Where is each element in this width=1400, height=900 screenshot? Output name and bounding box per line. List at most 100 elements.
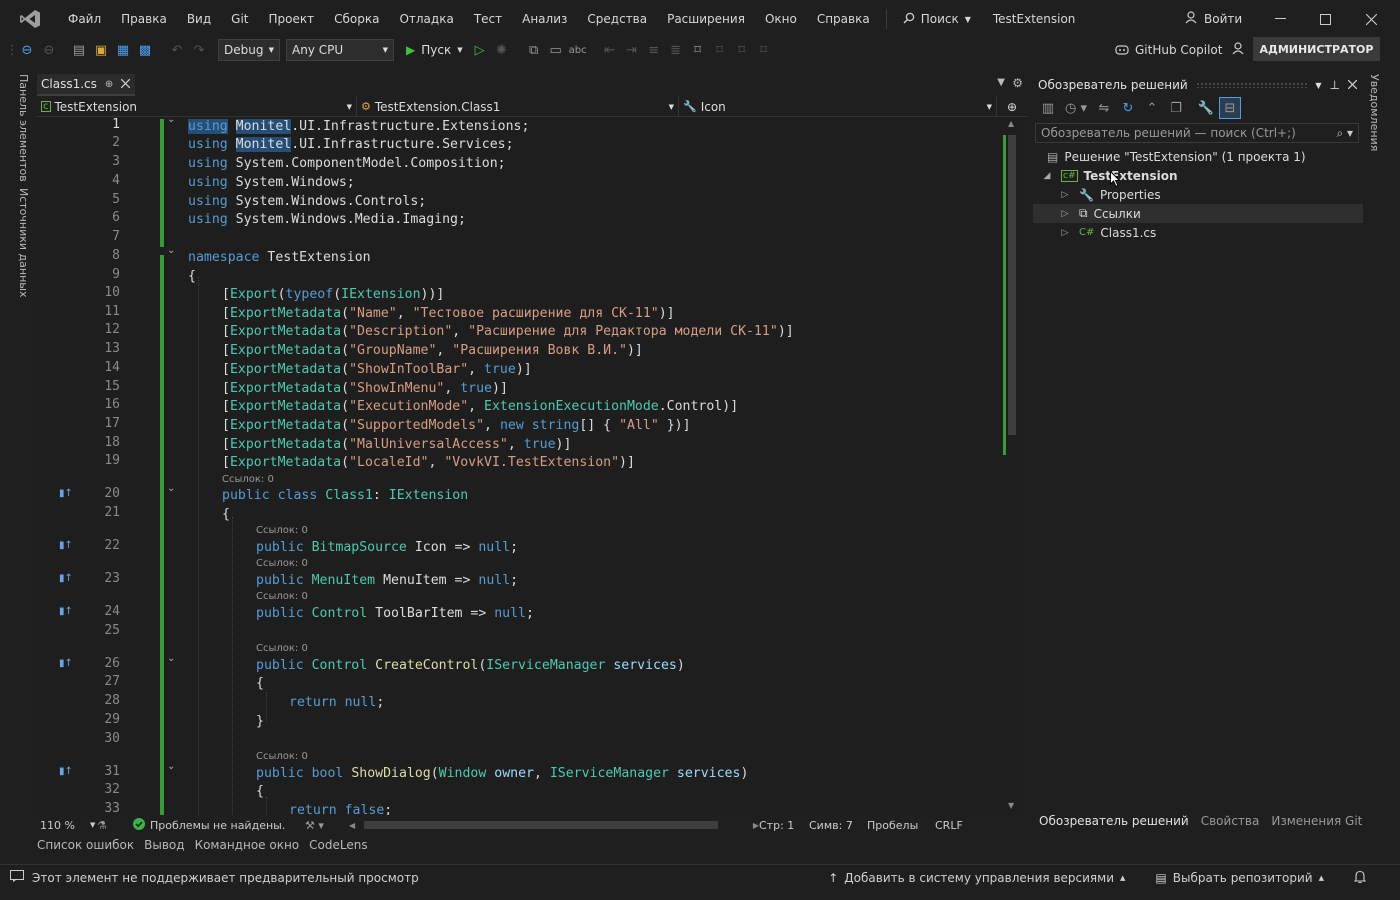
solution-platform-select[interactable]: Any CPU ▼	[286, 39, 394, 61]
uncomment-icon[interactable]: ≣	[665, 39, 687, 61]
class-dropdown[interactable]: ⚙ TestExtension.Class1 ▼	[357, 96, 679, 117]
menu-help[interactable]: Справка	[807, 0, 880, 38]
open-folder-icon[interactable]: ▣	[90, 39, 112, 61]
line-ending-indicator[interactable]: CRLF	[935, 819, 975, 832]
quick-actions-icon[interactable]: ⚒ ▾	[305, 819, 349, 832]
minimize-button[interactable]	[1257, 0, 1303, 38]
forward-arrow-icon[interactable]: ⊖	[38, 39, 60, 61]
add-to-source-control-button[interactable]: ↑ Добавить в систему управления версиями…	[828, 871, 1125, 885]
tree-item-properties[interactable]: ▷ 🔧 Properties	[1033, 185, 1363, 204]
codelens-references[interactable]: Ссылок: 0	[256, 525, 308, 536]
menu-debug[interactable]: Отладка	[389, 0, 463, 38]
maximize-button[interactable]	[1302, 0, 1348, 38]
fold-chevron-icon[interactable]: ⌄	[167, 245, 175, 256]
tab-error-list[interactable]: Список ошибок	[37, 838, 142, 858]
tree-item-solution[interactable]: ▤ Решение "TestExtension" (1 проекта 1)	[1033, 147, 1363, 166]
implementation-marker-icon[interactable]: ▮↑	[59, 540, 73, 551]
zoom-select[interactable]: 110 % ▼	[37, 819, 97, 832]
comment-icon[interactable]: ≡	[643, 39, 665, 61]
outdent-icon[interactable]: ⇥	[621, 39, 643, 61]
problems-indicator[interactable]: Проблемы не найдены.	[133, 817, 305, 833]
redo-icon[interactable]: ↷	[188, 39, 210, 61]
collapsed-triangle-icon[interactable]: ▷	[1059, 228, 1071, 238]
clear-bookmarks-icon[interactable]: ⌑	[753, 39, 775, 61]
expanded-triangle-icon[interactable]: ◢	[1041, 171, 1053, 181]
close-icon[interactable]	[120, 77, 131, 91]
toolbox-tab[interactable]: Панель элементов	[17, 74, 30, 182]
implementation-marker-icon[interactable]: ▮↑	[59, 488, 73, 499]
line-indicator[interactable]: Стр: 1	[759, 819, 809, 832]
refresh-icon[interactable]: ↻	[1117, 97, 1139, 119]
start-without-debugging-icon[interactable]: ▷	[469, 39, 491, 61]
pin-icon[interactable]: ⊥	[1330, 78, 1340, 92]
code-editor[interactable]: 1 2 3 4 5 6 7 8 9 10 11 12 13 14 15 16 17 18 19 20 21 22 23 24 2…	[37, 117, 1007, 815]
code-area[interactable]: using Monitel.UI.Infrastructure.Extensio…	[188, 117, 998, 815]
horizontal-scroll-thumb[interactable]	[364, 821, 718, 829]
menu-project[interactable]: Проект	[259, 0, 325, 38]
scroll-up-icon[interactable]: ▲	[1008, 119, 1014, 128]
horizontal-scrollbar[interactable]: ◀ ▶	[349, 821, 759, 830]
menu-view[interactable]: Вид	[177, 0, 221, 38]
column-indicator[interactable]: Симв: 7	[809, 819, 867, 832]
properties-wrench-icon[interactable]: 🔧	[1195, 97, 1217, 119]
menu-analyze[interactable]: Анализ	[512, 0, 577, 38]
new-project-icon[interactable]: ▤	[68, 39, 90, 61]
prev-bookmark-icon[interactable]: ⌑	[709, 39, 731, 61]
menu-edit[interactable]: Правка	[111, 0, 177, 38]
select-repository-button[interactable]: ▤ Выбрать репозиторий ▲	[1155, 871, 1324, 885]
implementation-marker-icon[interactable]: ▮↑	[59, 606, 73, 617]
gear-icon[interactable]: ⚙	[1012, 76, 1023, 90]
next-bookmark-icon[interactable]: ⌑	[731, 39, 753, 61]
sync-with-document-icon[interactable]: ⇋	[1093, 97, 1115, 119]
fold-chevron-icon[interactable]: ⌄	[167, 117, 175, 125]
tab-overflow-icon[interactable]: ▼	[997, 77, 1005, 88]
member-dropdown[interactable]: 🔧 Icon ▼	[679, 96, 997, 117]
split-window-button[interactable]: ⊕	[997, 96, 1027, 117]
preview-selected-icon[interactable]: ⊟	[1219, 97, 1241, 119]
editor-vertical-scrollbar[interactable]: ▲ ▼	[1003, 117, 1021, 815]
solution-search-input[interactable]: Обозреватель решений — поиск (Ctrl+;) ⌕ …	[1035, 123, 1359, 143]
menu-file[interactable]: Файл	[58, 0, 111, 38]
implementation-marker-icon[interactable]: ▮↑	[59, 766, 73, 777]
tree-item-project[interactable]: ◢ c# TestExtension	[1033, 166, 1363, 185]
back-arrow-icon[interactable]: ⊖	[16, 39, 38, 61]
pin-icon[interactable]: ⊕	[105, 79, 113, 90]
codelens-references[interactable]: Ссылок: 0	[256, 643, 308, 654]
bookmark-icon[interactable]: ⌑	[687, 39, 709, 61]
tab-output[interactable]: Вывод	[144, 838, 192, 858]
tree-item-class1[interactable]: ▷ C# Class1.cs	[1033, 223, 1363, 242]
menu-tools[interactable]: Средства	[577, 0, 657, 38]
pending-changes-filter-icon[interactable]: ◷ ▾	[1061, 97, 1091, 119]
implementation-marker-icon[interactable]: ▮↑	[59, 573, 73, 584]
codelens-references[interactable]: Ссылок: 0	[256, 591, 308, 602]
close-icon[interactable]	[1347, 78, 1358, 92]
tab-command-window[interactable]: Командное окно	[195, 838, 308, 858]
fold-chevron-icon[interactable]: ⌄	[167, 761, 175, 772]
menu-window[interactable]: Окно	[755, 0, 807, 38]
scroll-left-icon[interactable]: ◀	[349, 821, 355, 830]
search-menu[interactable]: Поиск ▼	[893, 12, 981, 27]
start-debugging-button[interactable]: ▶ Пуск ▼	[400, 39, 469, 61]
signin-button[interactable]: Войти	[1185, 0, 1242, 38]
toolbar-grip[interactable]: ⋮	[6, 39, 19, 61]
project-dropdown[interactable]: c TestExtension ▼	[37, 96, 357, 117]
menu-extensions[interactable]: Расширения	[657, 0, 755, 38]
tree-item-references[interactable]: ▷ ⧉ Ссылки	[1033, 204, 1363, 223]
hot-reload-icon[interactable]: ✺	[491, 39, 513, 61]
menu-git[interactable]: Git	[221, 0, 258, 38]
panel-grip[interactable]	[1195, 82, 1308, 88]
indent-icon[interactable]: ⇤	[599, 39, 621, 61]
implementation-marker-icon[interactable]: ▮↑	[59, 658, 73, 669]
spell-check-icon[interactable]: abc	[567, 39, 589, 61]
fold-chevron-icon[interactable]: ⌄	[167, 483, 175, 494]
data-sources-tab[interactable]: Источники данных	[17, 188, 30, 297]
whitespace-indicator[interactable]: Пробелы	[867, 819, 935, 832]
codelens-references[interactable]: Ссылок: 0	[256, 751, 308, 762]
notifications-tab[interactable]: Уведомления	[1368, 74, 1381, 151]
menu-test[interactable]: Тест	[464, 0, 512, 38]
github-copilot-button[interactable]: GitHub Copilot	[1115, 40, 1246, 60]
browser-link-icon[interactable]: ⧉	[523, 39, 545, 61]
codelens-references[interactable]: Ссылок: 0	[256, 558, 308, 569]
fold-chevron-icon[interactable]: ⌄	[167, 653, 175, 664]
layout-icon[interactable]: ▭	[545, 39, 567, 61]
